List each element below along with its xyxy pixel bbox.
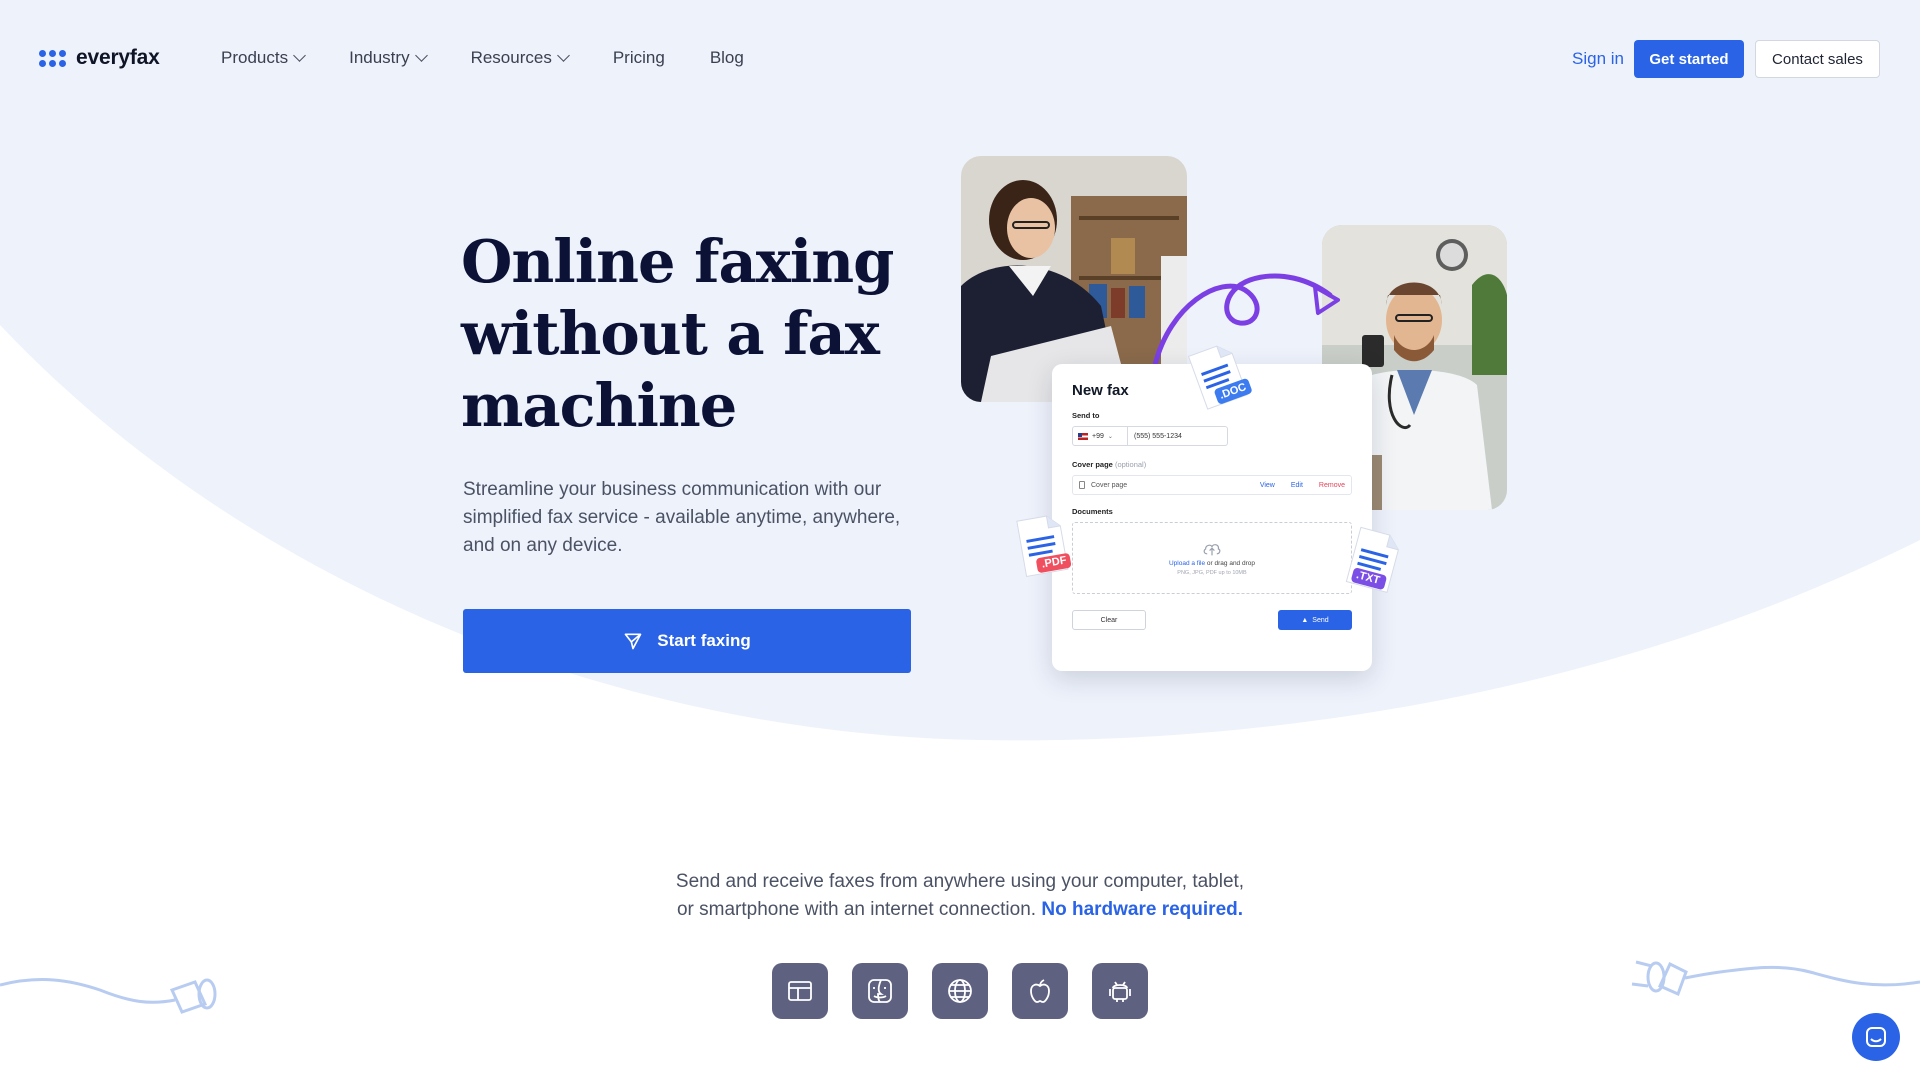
send-icon: ▲ (1301, 616, 1309, 624)
hero-title: Online faxing without a fax machine (461, 226, 931, 442)
brand-name: everyfax (76, 46, 160, 69)
web-globe-icon[interactable] (932, 963, 988, 1019)
nav-item-blog[interactable]: Blog (710, 48, 744, 68)
chat-widget-button[interactable] (1852, 1013, 1900, 1061)
chevron-down-icon: ⌄ (1107, 433, 1113, 440)
apple-icon[interactable] (1012, 963, 1068, 1019)
upload-instruction: Upload a file or drag and drop (1169, 560, 1255, 567)
curly-arrow-icon (1152, 273, 1340, 368)
documents-label: Documents (1072, 507, 1113, 516)
logo-dots-icon (39, 49, 66, 67)
upload-cloud-icon (1203, 543, 1221, 555)
get-started-button[interactable]: Get started (1634, 40, 1744, 78)
chevron-down-icon (556, 49, 570, 62)
upload-instruction-rest: or drag and drop (1205, 559, 1255, 567)
platform-icons (772, 963, 1148, 1019)
macos-finder-icon[interactable] (852, 963, 908, 1019)
nav-item-resources[interactable]: Resources (470, 48, 570, 68)
phone-number-field[interactable]: (555) 555-1234 (1128, 426, 1228, 446)
windows-icon[interactable] (772, 963, 828, 1019)
country-code-value: +99 (1092, 432, 1104, 440)
pdf-file-badge: .PDF (1011, 511, 1078, 587)
upload-hint: PNG, JPG, PDF up to 10MB (1177, 569, 1247, 576)
cover-file-name: Cover page (1091, 481, 1128, 489)
country-code-select[interactable]: +99 ⌄ (1072, 426, 1128, 446)
optional-hint: (optional) (1114, 460, 1147, 469)
edit-link[interactable]: Edit (1291, 482, 1303, 489)
upload-file-link[interactable]: Upload a file (1169, 560, 1205, 567)
android-icon[interactable] (1092, 963, 1148, 1019)
cable-plug-left-icon (0, 978, 217, 1014)
remove-link[interactable]: Remove (1319, 482, 1345, 489)
sign-in-link[interactable]: Sign in (1572, 49, 1624, 69)
chat-icon (1866, 1027, 1886, 1047)
nav-item-label: Industry (349, 48, 410, 67)
nav-item-products[interactable]: Products (221, 48, 306, 68)
cover-page-label: Cover page (optional) (1072, 460, 1352, 469)
chevron-down-icon (414, 49, 428, 62)
start-faxing-button[interactable]: Start faxing (463, 609, 911, 673)
brand-logo[interactable]: everyfax (39, 46, 160, 70)
hero-title-line: Online faxing (461, 227, 894, 296)
nav-item-label: Pricing (612, 48, 665, 67)
document-icon (1079, 481, 1085, 489)
clear-button[interactable]: Clear (1072, 610, 1146, 630)
view-link[interactable]: View (1260, 482, 1275, 489)
no-hardware-highlight: No hardware required. (1041, 899, 1244, 920)
main-menu: Products Industry Resources Pricing Blog (221, 48, 789, 68)
hero-subtitle: Streamline your business communication w… (463, 479, 901, 556)
devices-description: Send and receive faxes from anywhere usi… (660, 868, 1260, 924)
hero-title-line: without a fax (461, 299, 880, 368)
cta-label: Start faxing (657, 631, 751, 650)
devices-text-line2: or smartphone with an internet connectio… (676, 899, 1037, 920)
contact-sales-button[interactable]: Contact sales (1755, 40, 1880, 78)
nav-item-industry[interactable]: Industry (349, 48, 428, 68)
cover-page-label-text: Cover page (1072, 460, 1113, 469)
chevron-down-icon (293, 49, 306, 62)
nav-item-pricing[interactable]: Pricing (613, 48, 665, 68)
us-flag-icon (1078, 432, 1088, 440)
nav-item-label: Resources (470, 48, 552, 67)
cover-page-file: Cover page View Edit Remove (1072, 475, 1352, 495)
send-label: Send (1312, 616, 1329, 624)
cable-plug-right-icon (1631, 960, 1920, 997)
nav-item-label: Blog (709, 48, 744, 67)
send-fax-button[interactable]: ▲ Send (1278, 610, 1352, 630)
devices-text-line1: Send and receive faxes from anywhere usi… (675, 871, 1245, 892)
top-navigation: everyfax Products Industry Resources Pri… (0, 0, 1920, 118)
nav-item-label: Products (221, 48, 289, 67)
hero-title-line: machine (461, 371, 737, 440)
send-icon (624, 633, 642, 650)
document-dropzone[interactable]: Upload a file or drag and drop PNG, JPG,… (1072, 522, 1352, 594)
